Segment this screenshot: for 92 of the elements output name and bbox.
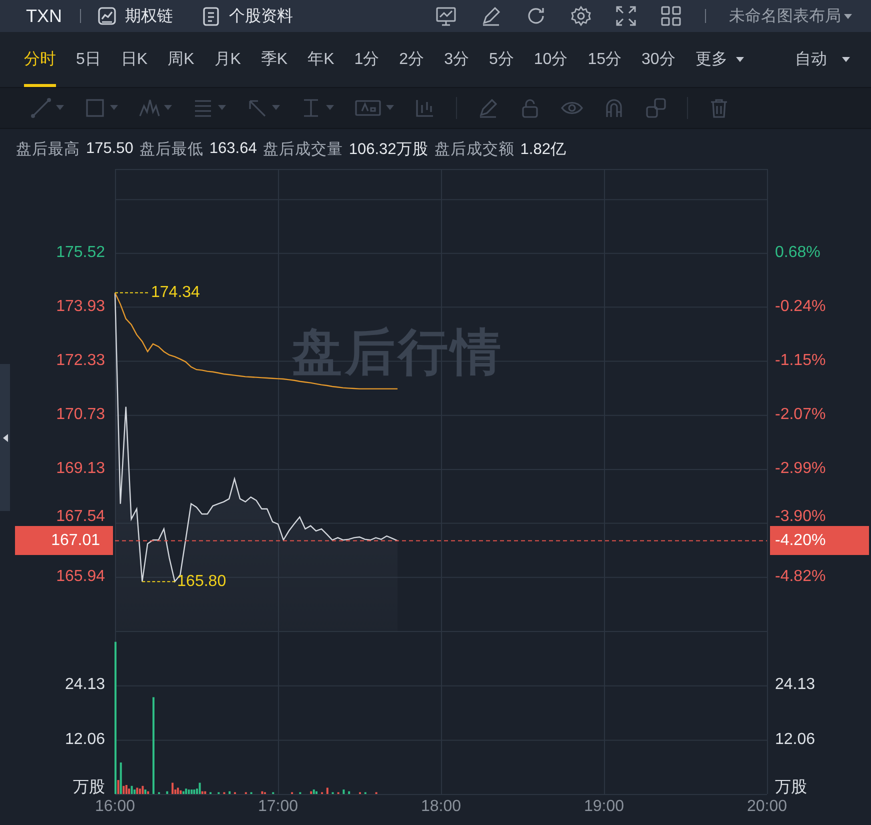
volume-unit-label: 万股 (73, 778, 105, 798)
caret-icon[interactable] (218, 105, 226, 111)
volume-bar (166, 791, 168, 794)
layout-menu[interactable]: 未命名图表布局 (729, 6, 853, 26)
leader-line (114, 292, 150, 294)
change-axis-label: -2.07% (775, 404, 826, 425)
low-price-label: 165.80 (177, 572, 226, 592)
stat-value: 106.32万股 (348, 140, 428, 160)
price-axis-label: 173.93 (56, 296, 105, 317)
price-axis-label: 172.33 (56, 350, 105, 371)
stat-value: 163.64 (209, 140, 257, 158)
volume-axis-label: 12.06 (775, 730, 816, 750)
monitor-chart-icon[interactable] (435, 5, 457, 27)
caret-icon[interactable] (272, 105, 280, 111)
period-tab[interactable]: 更多 (695, 32, 746, 87)
caret-icon[interactable] (110, 105, 118, 111)
document-icon (201, 6, 221, 26)
stock-symbol: TXN (26, 6, 62, 26)
arrow-tool-icon[interactable] (246, 97, 268, 119)
period-tab[interactable]: 5分 (488, 32, 514, 87)
volume-unit-label: 万股 (775, 778, 807, 798)
stock-profile-link[interactable]: 个股资料 (201, 6, 293, 26)
price-axis-label: 169.13 (56, 458, 105, 479)
period-tab[interactable]: 年K (308, 32, 334, 87)
period-tab[interactable]: 30分 (641, 32, 676, 87)
caret-icon (735, 56, 746, 63)
caret-icon[interactable] (386, 105, 394, 111)
time-axis-label: 17:00 (258, 797, 298, 817)
volume-bar (326, 788, 328, 794)
volume-bar (342, 790, 345, 794)
period-tab[interactable]: 季K (260, 32, 288, 87)
change-axis-label: -0.24% (775, 296, 826, 317)
price-axis-label: 175.52 (56, 242, 105, 263)
left-triangle-icon (2, 434, 8, 442)
caret-icon (843, 12, 853, 20)
high-price-label: 174.34 (151, 282, 200, 303)
caret-icon[interactable] (56, 105, 64, 111)
period-tab[interactable]: 2分 (399, 32, 424, 87)
magnet-icon[interactable] (603, 97, 625, 119)
text-box-icon[interactable] (354, 97, 382, 119)
caret-icon[interactable] (164, 105, 172, 111)
stat-label: 盘后成交额 (434, 140, 514, 160)
change-axis-label: -4.82% (775, 566, 826, 587)
time-axis-label: 16:00 (94, 797, 136, 817)
period-tab[interactable]: 10分 (534, 32, 568, 87)
pencil-icon[interactable] (477, 97, 499, 119)
stat-value: 1.82亿 (520, 140, 566, 160)
last-price-badge: 167.01 (15, 526, 113, 556)
fullscreen-icon[interactable] (615, 5, 637, 27)
change-axis-label: 0.68% (775, 242, 820, 263)
volume-axis-label: 24.13 (64, 675, 105, 696)
lock-icon[interactable] (519, 97, 541, 119)
caret-icon[interactable] (326, 105, 334, 111)
volume-bar (348, 791, 350, 794)
period-tab[interactable]: 5日 (76, 32, 101, 87)
line-tool-icon[interactable] (30, 97, 52, 119)
period-tab[interactable]: 日K (120, 32, 148, 87)
price-axis-label: 167.54 (56, 507, 105, 528)
pen-icon[interactable] (480, 5, 502, 27)
volume-axis-label: 12.06 (64, 730, 105, 750)
period-tab[interactable]: 1分 (354, 32, 380, 87)
stat-label: 盘后成交量 (262, 140, 343, 160)
rectangle-tool-icon[interactable] (84, 97, 106, 119)
volume-bar (228, 791, 231, 794)
caret-icon (841, 56, 851, 63)
settings-icon[interactable] (570, 5, 592, 27)
last-change-badge: -4.20% (770, 526, 869, 556)
change-axis-label: -2.99% (775, 458, 826, 479)
price-axis-label: 165.94 (56, 566, 105, 587)
pattern-tool-icon[interactable] (138, 97, 160, 119)
stat-value: 175.50 (86, 140, 134, 158)
time-axis-label: 19:00 (584, 797, 624, 817)
grid-layout-icon[interactable] (660, 5, 682, 27)
scale-menu[interactable]: 自动 (795, 32, 851, 87)
collapse-handle[interactable] (0, 364, 10, 511)
copy-icon[interactable] (645, 97, 667, 119)
time-axis-label: 18:00 (420, 797, 462, 817)
change-axis-label: -3.90% (775, 507, 826, 528)
price-axis-label: 170.73 (56, 404, 105, 425)
stat-label: 盘后最低 (139, 140, 204, 160)
stat-label: 盘后最高 (16, 140, 80, 160)
period-tab[interactable]: 15分 (588, 32, 622, 87)
volume-axis-label: 24.13 (775, 675, 816, 696)
period-tab[interactable]: 月K (214, 32, 241, 87)
chart-icon (97, 6, 117, 26)
period-tab[interactable]: 周K (168, 32, 194, 87)
option-chain-link[interactable]: 期权链 (97, 6, 173, 26)
delete-icon[interactable] (708, 97, 730, 119)
period-tab[interactable]: 3分 (444, 32, 469, 87)
time-axis-label: 20:00 (746, 797, 788, 817)
change-axis-label: -1.15% (775, 350, 826, 371)
leader-line (142, 581, 177, 582)
